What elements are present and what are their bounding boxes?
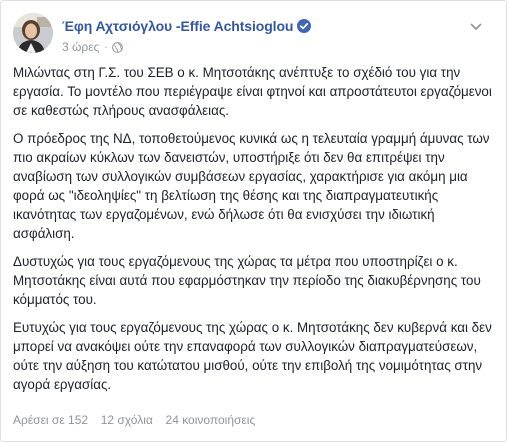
post-paragraph-2: Ο πρόεδρος της ΝΔ, τοποθετούμενος κυνικά… [13, 131, 490, 241]
shares-count-link[interactable]: 24 κοινοποιήσεις [166, 413, 256, 427]
globe-icon [111, 41, 123, 53]
avatar-image [13, 13, 53, 53]
comments-count-link[interactable]: 12 σχόλια [101, 413, 153, 427]
stats-separator [156, 413, 163, 427]
post-card: Έφη Αχτσιόγλου -Effie Achtsioglou 3 ώρες… [0, 0, 507, 442]
post-paragraph-1: Μιλώντας στη Γ.Σ. του ΣΕΒ ο κ. Μητσοτάκη… [13, 65, 492, 118]
stats-separator [91, 413, 98, 427]
avatar[interactable] [13, 13, 53, 53]
timestamp-link[interactable]: 3 ώρες [62, 40, 99, 54]
post-stats: Αρέσει σε 152 12 σχόλια 24 κοινοποιήσεις [13, 411, 493, 429]
post-body: Μιλώντας στη Γ.Σ. του ΣΕΒ ο κ. Μητσοτάκη… [13, 63, 493, 403]
meta-separator: · [104, 41, 108, 53]
post-paragraph-3: Δυστυχώς για τους εργαζόμενους της χώρας… [13, 254, 481, 307]
author-row: Έφη Αχτσιόγλου -Effie Achtsioglou [62, 17, 312, 35]
post-options-chevron-icon[interactable] [469, 19, 483, 31]
verified-badge-icon [297, 19, 312, 33]
likes-count-link[interactable]: Αρέσει σε 152 [13, 413, 88, 427]
post-paragraph-4: Ευτυχώς για τους εργαζόμενους της χώρας … [13, 320, 492, 392]
post-meta: 3 ώρες · [62, 40, 123, 54]
post-header: Έφη Αχτσιόγλου -Effie Achtsioglou 3 ώρες… [13, 13, 483, 57]
author-name-link[interactable]: Έφη Αχτσιόγλου -Effie Achtsioglou [62, 18, 293, 34]
